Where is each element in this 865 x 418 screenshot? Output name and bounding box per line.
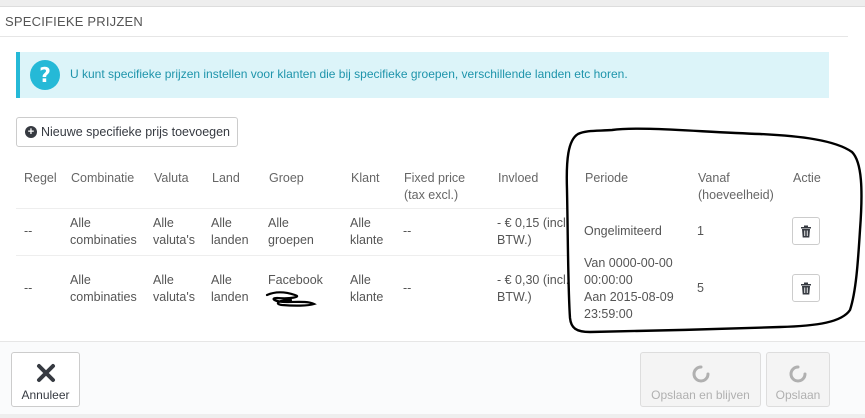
cell-line: Alle	[70, 273, 91, 287]
cell-klant: Alle klante	[350, 215, 383, 249]
cell-line: klante	[350, 233, 384, 247]
cancel-label: Annuleer	[21, 388, 70, 402]
save-and-stay-button[interactable]: Opslaan en blijven	[640, 352, 761, 407]
alert-message: U kunt specifieke prijzen instellen voor…	[70, 67, 628, 81]
col-header-groep: Groep	[269, 171, 304, 185]
col-header-invloed: Invloed	[498, 171, 539, 185]
cell-fixed-price: --	[403, 224, 412, 238]
header-row-divider	[16, 208, 567, 209]
cell-groep: Facebook	[268, 272, 323, 289]
close-icon	[36, 364, 55, 382]
cell-line: valuta's	[153, 233, 195, 247]
info-alert: ? U kunt specifieke prijzen instellen vo…	[16, 52, 829, 98]
cell-line: Alle	[211, 273, 232, 287]
col-header-land: Land	[212, 171, 240, 185]
add-specific-price-label: Nieuwe specifieke prijs toevoegen	[41, 125, 230, 139]
plus-circle-icon: +	[25, 126, 37, 138]
col-header-fixed-price: Fixed price (tax excl.)	[404, 170, 465, 204]
cell-combinatie: Alle combinaties	[70, 215, 137, 249]
cell-invloed: - € 0,15 (incl. BTW.)	[497, 215, 569, 249]
col-header-klant: Klant	[351, 171, 380, 185]
col-header-valuta: Valuta	[154, 171, 189, 185]
cell-line: groepen	[268, 233, 314, 247]
panel-title: SPECIFIEKE PRIJZEN	[5, 14, 143, 29]
annotation-region	[568, 130, 860, 335]
add-specific-price-button[interactable]: + Nieuwe specifieke prijs toevoegen	[16, 117, 238, 147]
cell-line: combinaties	[70, 290, 137, 304]
cell-line: Facebook	[268, 273, 323, 287]
cancel-button[interactable]: Annuleer	[11, 352, 80, 407]
redaction-scribble	[265, 291, 317, 307]
cell-regel: --	[24, 224, 33, 238]
question-icon: ?	[30, 60, 60, 90]
cell-line: Alle	[350, 216, 371, 230]
heading-divider	[0, 36, 848, 37]
cell-line: Alle	[70, 216, 91, 230]
col-header-regel: Regel	[24, 171, 57, 185]
save-label: Opslaan	[775, 388, 821, 402]
cell-line: Alle	[350, 273, 371, 287]
save-and-stay-label: Opslaan en blijven	[651, 388, 750, 402]
cell-line: Alle	[153, 216, 174, 230]
cell-combinatie: Alle combinaties	[70, 272, 137, 306]
cell-fixed-price: --	[403, 281, 412, 295]
cell-line: - € 0,30 (incl.	[497, 273, 570, 287]
cell-line: Alle	[211, 216, 232, 230]
cell-line: klante	[350, 290, 384, 304]
cell-regel: --	[24, 281, 33, 295]
cell-line: BTW.)	[497, 233, 532, 247]
row-divider	[16, 255, 567, 256]
cell-line: - € 0,15 (incl.	[497, 216, 570, 230]
cell-line: Alle	[268, 216, 289, 230]
cell-land: Alle landen	[211, 215, 249, 249]
bottom-border	[0, 414, 865, 418]
cell-valuta: Alle valuta's	[153, 215, 195, 249]
cell-line: Alle	[153, 273, 174, 287]
cell-line: landen	[211, 233, 249, 247]
refresh-icon	[789, 365, 807, 383]
col-header-fixed-price-line2: (tax excl.)	[404, 188, 459, 202]
refresh-icon	[692, 365, 709, 383]
cell-line: BTW.)	[497, 290, 532, 304]
cell-klant: Alle klante	[350, 272, 383, 306]
cell-valuta: Alle valuta's	[153, 272, 195, 306]
cell-line: combinaties	[70, 233, 137, 247]
cell-line: valuta's	[153, 290, 195, 304]
col-header-combinatie: Combinatie	[71, 171, 135, 185]
cell-land: Alle landen	[211, 272, 249, 306]
cell-groep: Alle groepen	[268, 215, 314, 249]
top-border	[0, 0, 865, 7]
cell-line: landen	[211, 290, 249, 304]
col-header-fixed-price-line1: Fixed price	[404, 171, 466, 185]
cell-invloed: - € 0,30 (incl. BTW.)	[497, 272, 569, 306]
save-button[interactable]: Opslaan	[766, 352, 830, 407]
